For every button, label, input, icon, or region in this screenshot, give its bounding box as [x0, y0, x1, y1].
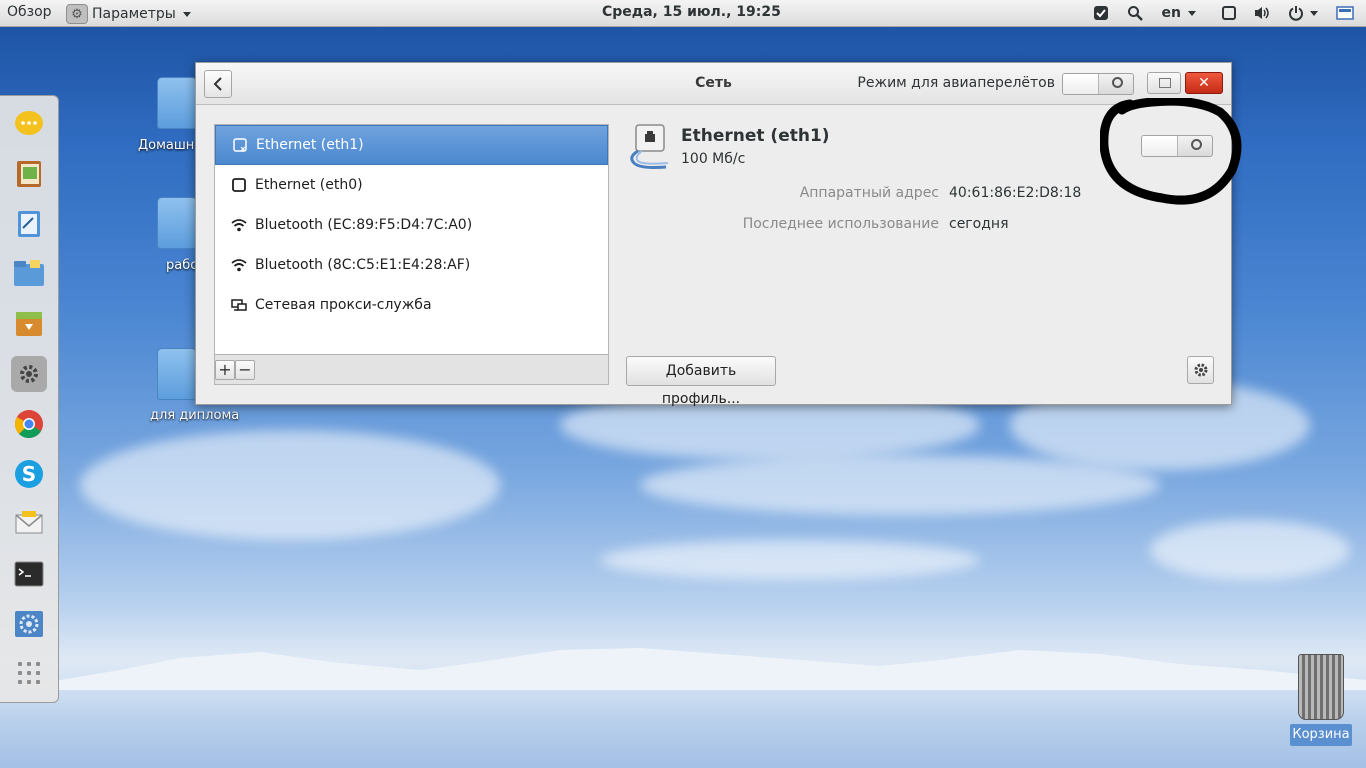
list-toolbar: + − [214, 355, 609, 385]
volume-icon[interactable] [1252, 3, 1274, 23]
device-power-switch[interactable] [1141, 135, 1213, 157]
network-window: Сеть Режим для авиаперелётов ✕ Ethernet … [195, 62, 1232, 407]
cloud [600, 540, 980, 580]
device-label: Ethernet (eth0) [255, 177, 363, 193]
device-name: Ethernet (eth1) [681, 126, 830, 146]
mail-icon[interactable] [11, 506, 47, 542]
add-profile-button[interactable]: Добавить профиль... [626, 356, 776, 407]
device-label: Сетевая прокси-служба [255, 297, 432, 313]
show-apps-icon[interactable] [18, 662, 40, 684]
settings-app-icon: ⚙ [66, 4, 88, 24]
folder-icon[interactable] [157, 77, 197, 129]
close-button[interactable]: ✕ [1185, 72, 1223, 94]
device-item-bluetooth-1[interactable]: Bluetooth (EC:89:F5:D4:7C:A0) [215, 205, 608, 245]
desktop-icon-label[interactable]: Домашн [138, 138, 194, 153]
hw-address-label: Аппаратный адрес [799, 185, 939, 201]
ethernet-icon [232, 137, 248, 153]
cloud [1150, 520, 1350, 580]
off-icon [1112, 77, 1123, 88]
notes-icon[interactable] [11, 156, 47, 192]
system-icon[interactable] [11, 606, 47, 642]
chat-icon[interactable] [11, 106, 47, 142]
device-speed: 100 Мб/с [681, 151, 746, 167]
editor-icon[interactable] [11, 206, 47, 242]
status-area: en [1078, 3, 1356, 23]
off-icon [1191, 139, 1202, 150]
chevron-down-icon [1188, 10, 1196, 16]
restore-button[interactable] [1147, 72, 1181, 94]
dock: S [0, 95, 59, 703]
remove-device-button[interactable]: − [235, 360, 255, 380]
window-header: Сеть Режим для авиаперелётов ✕ [196, 63, 1231, 105]
power-icon[interactable] [1286, 3, 1320, 23]
svg-text:S: S [22, 462, 36, 486]
chrome-icon[interactable] [11, 406, 47, 442]
device-settings-button[interactable] [1187, 356, 1214, 384]
top-bar: Обзор ⚙ Параметры Среда, 15 июл., 19:25 … [0, 0, 1366, 27]
last-used-label: Последнее использование [742, 216, 939, 232]
device-label: Bluetooth (8C:C5:E1:E4:28:AF) [255, 257, 471, 273]
hw-address-value: 40:61:86:E2:D8:18 [949, 185, 1082, 201]
settings-icon[interactable] [11, 356, 47, 392]
skype-icon[interactable]: S [11, 456, 47, 492]
clock[interactable]: Среда, 15 июл., 19:25 [602, 4, 781, 20]
activities-button[interactable]: Обзор [7, 4, 52, 20]
device-item-bluetooth-2[interactable]: Bluetooth (8C:C5:E1:E4:28:AF) [215, 245, 608, 285]
device-list: Ethernet (eth1) Ethernet (eth0) Bluetoot… [214, 124, 609, 355]
mountains [0, 648, 1366, 690]
wifi-icon [231, 217, 247, 233]
restore-icon [1159, 78, 1171, 88]
airplane-mode-switch[interactable] [1062, 73, 1134, 95]
app-menu[interactable]: ⚙ Параметры [66, 4, 191, 24]
gear-icon [1194, 363, 1207, 377]
wired-network-icon [626, 123, 676, 171]
trash[interactable]: Корзина [1290, 652, 1352, 746]
language-menu[interactable]: en [1162, 5, 1196, 21]
search-icon[interactable] [1124, 3, 1146, 23]
cloud [640, 455, 1160, 515]
switch-knob [1063, 74, 1099, 94]
wifi-icon [231, 257, 247, 273]
switch-knob [1142, 136, 1178, 156]
check-icon[interactable] [1090, 3, 1112, 23]
desktop-icon-label[interactable]: для диплома [150, 408, 239, 423]
folder-icon[interactable] [157, 197, 197, 249]
display-icon[interactable] [1334, 3, 1356, 23]
terminal-icon[interactable] [11, 556, 47, 592]
files-icon[interactable] [11, 256, 47, 292]
trash-icon [1298, 654, 1344, 720]
app-menu-label: Параметры [92, 6, 176, 22]
proxy-icon [231, 297, 247, 313]
archive-icon[interactable] [11, 306, 47, 342]
device-item-eth0[interactable]: Ethernet (eth0) [215, 165, 608, 205]
desktop-icon-label[interactable]: рабо [166, 258, 198, 273]
device-item-proxy[interactable]: Сетевая прокси-служба [215, 285, 608, 325]
language-label: en [1161, 5, 1181, 21]
ethernet-icon [231, 177, 247, 193]
folder-icon[interactable] [157, 348, 197, 400]
airplane-mode-label: Режим для авиаперелётов [857, 75, 1055, 91]
chevron-down-icon [182, 11, 191, 17]
last-used-value: сегодня [949, 216, 1009, 232]
device-item-eth1[interactable]: Ethernet (eth1) [215, 125, 608, 165]
chevron-down-icon [1310, 10, 1318, 16]
cloud [80, 430, 500, 540]
device-label: Ethernet (eth1) [256, 137, 364, 153]
trash-label: Корзина [1290, 724, 1352, 746]
add-device-button[interactable]: + [215, 360, 235, 380]
device-label: Bluetooth (EC:89:F5:D4:7C:A0) [255, 217, 473, 233]
lake [0, 690, 1366, 768]
window-icon[interactable] [1218, 3, 1240, 23]
